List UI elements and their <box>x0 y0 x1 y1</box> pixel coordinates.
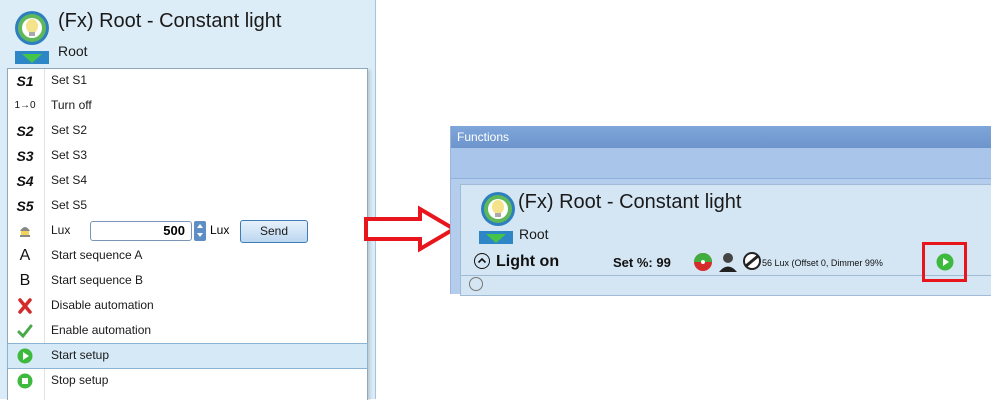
menu-item-set-s1[interactable]: S1 Set S1 <box>8 69 367 93</box>
menu-item-label: Start sequence A <box>51 248 143 262</box>
light-status: Light on <box>496 253 560 270</box>
red-x-icon <box>18 298 32 314</box>
next-row-collapse-icon[interactable] <box>469 277 483 291</box>
lamp-icon <box>20 227 30 237</box>
s4-icon: S4 <box>16 173 34 189</box>
sequence-b-icon: B <box>19 272 31 289</box>
menu-item-set-s3[interactable]: S3 Set S3 <box>8 144 367 168</box>
menu-item-label: Set S2 <box>51 123 88 137</box>
menu-item-label: Set S1 <box>51 73 88 87</box>
menu-item-label: Start sequence B <box>51 273 144 287</box>
function-header: (Fx) Root - Constant light Root <box>0 0 375 68</box>
collapse-icon[interactable] <box>474 253 490 269</box>
lux-spinner[interactable] <box>194 221 206 241</box>
menu-item-label: Set S5 <box>51 198 88 212</box>
menu-item-label: Enable automation <box>51 323 152 337</box>
stop-icon <box>17 373 33 389</box>
function-subtitle: Root <box>58 43 88 59</box>
lux-label: Lux <box>51 223 71 237</box>
expand-down-arrow-icon[interactable] <box>15 51 49 64</box>
lux-info: 56 Lux (Offset 0, Dimmer 99% <box>762 258 883 268</box>
window-title: Functions <box>451 126 991 148</box>
menu-item-label: Stop setup <box>51 373 109 387</box>
menu-item-disable-automation[interactable]: Disable automation <box>8 294 367 318</box>
color-wheel-icon <box>694 253 712 271</box>
context-menu: S1 Set S1 1→0 Turn off S2 Set S2 S3 Set … <box>7 68 368 400</box>
lux-input[interactable]: 500 <box>90 221 192 241</box>
menu-item-set-s4[interactable]: S4 Set S4 <box>8 169 367 193</box>
s3-icon: S3 <box>16 148 34 164</box>
functions-window: Functions (Fx) Root - Constant light Roo… <box>450 126 991 296</box>
menu-item-start-setup[interactable]: Start setup <box>7 343 368 369</box>
disabled-icon <box>743 252 761 270</box>
function-card: (Fx) Root - Constant light Root Light on… <box>460 184 991 296</box>
row-divider <box>461 275 991 276</box>
lux-unit: Lux <box>210 223 230 237</box>
set-percent: Set %: 99 <box>613 255 671 270</box>
person-icon <box>719 253 737 272</box>
menu-item-lux: Lux 500 Lux Send <box>8 219 367 243</box>
play-icon <box>17 348 33 364</box>
menu-item-start-sequence-b[interactable]: B Start sequence B <box>8 269 367 293</box>
window-toolbar <box>451 148 991 179</box>
s1-icon: S1 <box>16 73 34 89</box>
menu-item-stop-setup[interactable]: Stop setup <box>8 369 367 393</box>
menu-item-set-s2[interactable]: S2 Set S2 <box>8 119 367 143</box>
function-bulb-icon <box>481 192 515 226</box>
send-button[interactable]: Send <box>240 220 308 243</box>
s2-icon: S2 <box>16 123 34 139</box>
menu-item-label: Disable automation <box>51 298 154 312</box>
menu-item-set-s5[interactable]: S5 Set S5 <box>8 194 367 218</box>
menu-item-turn-off[interactable]: 1→0 Turn off <box>8 94 367 118</box>
menu-item-label: Set S3 <box>51 148 88 162</box>
status-row: Light on Set %: 99 56 Lux (Offset 0, Dim… <box>461 249 991 275</box>
red-highlight-box <box>922 242 967 282</box>
turn-off-icon: 1→0 <box>14 100 36 111</box>
sequence-a-icon: A <box>19 247 31 264</box>
big-right-arrow-icon <box>364 205 458 253</box>
menu-item-enable-automation[interactable]: Enable automation <box>8 319 367 343</box>
function-title: (Fx) Root - Constant light <box>518 191 742 213</box>
left-panel: (Fx) Root - Constant light Root S1 Set S… <box>0 0 376 400</box>
s5-icon: S5 <box>16 198 34 214</box>
function-title: (Fx) Root - Constant light <box>58 10 282 32</box>
menu-item-label: Set S4 <box>51 173 88 187</box>
menu-item-label: Start setup <box>51 348 110 362</box>
expand-down-arrow-icon[interactable] <box>479 231 513 244</box>
menu-item-label: Turn off <box>51 98 92 112</box>
function-bulb-icon <box>15 11 49 45</box>
green-check-icon <box>17 324 33 339</box>
function-subtitle: Root <box>519 226 549 242</box>
menu-item-start-sequence-a[interactable]: A Start sequence A <box>8 244 367 268</box>
